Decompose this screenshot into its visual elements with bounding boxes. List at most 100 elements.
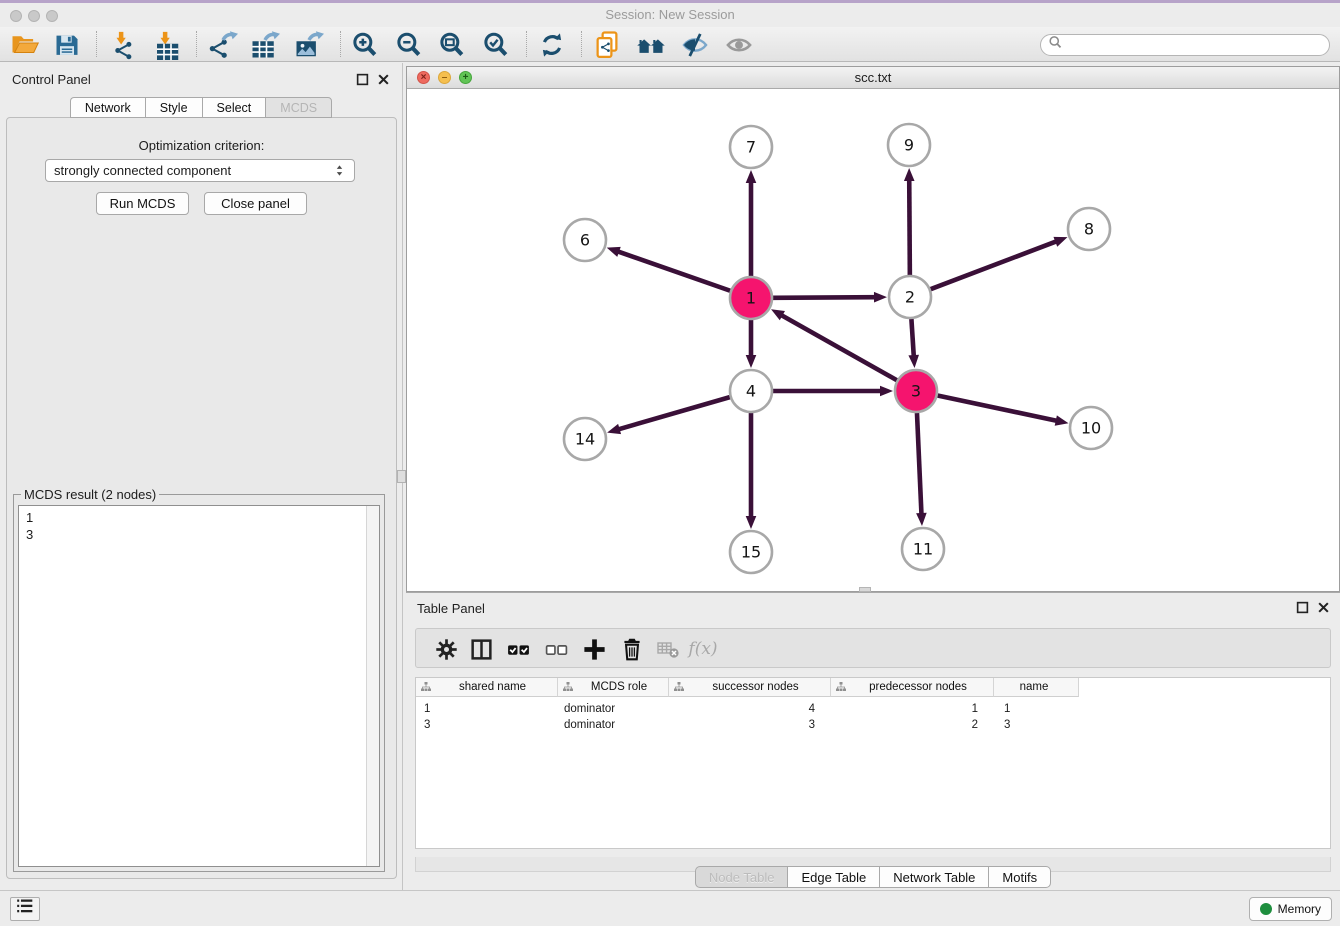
close-panel-icon[interactable] [1317, 601, 1330, 614]
control-panel: Control Panel NetworkStyleSelectMCDS Opt… [0, 63, 403, 890]
optimization-criterion-label: Optimization criterion: [7, 138, 396, 153]
float-panel-icon[interactable] [1296, 601, 1309, 614]
table-cell: dominator [558, 717, 669, 733]
app-titlebar: Session: New Session [0, 3, 1340, 27]
dropdown-stepper-icon [333, 164, 346, 177]
control-panel-title: Control Panel [12, 72, 91, 87]
tab-mcds[interactable]: MCDS [265, 97, 332, 118]
table-cell: 3 [994, 717, 1079, 733]
export-table-icon[interactable] [248, 29, 282, 61]
export-network-icon[interactable] [206, 29, 240, 61]
tab-select[interactable]: Select [202, 97, 266, 118]
table-cell: dominator [558, 701, 669, 717]
table-cell: 1 [831, 701, 994, 717]
delete-table-icon [651, 633, 685, 665]
mcds-result-lines: 1 3 [26, 509, 33, 543]
delete-column-icon[interactable] [615, 633, 649, 665]
tab-style[interactable]: Style [145, 97, 202, 118]
node-table: shared nameMCDS rolesuccessor nodesprede… [415, 677, 1331, 849]
float-panel-icon[interactable] [356, 73, 369, 86]
graph-node-label: 15 [741, 543, 761, 562]
zoom-fit-icon[interactable] [435, 29, 469, 61]
table-row[interactable]: 1dominator411 [416, 701, 1079, 717]
mcds-tab-content: Optimization criterion: strongly connect… [6, 117, 397, 879]
mcds-result-textarea[interactable]: 1 3 [18, 505, 380, 867]
close-panel-icon[interactable] [377, 73, 390, 86]
table-cell: 2 [831, 717, 994, 733]
graph-node-label: 14 [575, 430, 595, 449]
network-window-titlebar[interactable]: × – + scc.txt [407, 67, 1339, 89]
graph-node-label: 1 [746, 289, 756, 308]
table-cell: 4 [669, 701, 831, 717]
table-cell: 3 [669, 717, 831, 733]
import-network-icon[interactable] [106, 29, 140, 61]
mcds-result-group: MCDS result (2 nodes) 1 3 [13, 494, 385, 872]
mcds-result-scrollbar[interactable] [366, 506, 379, 866]
column-header-name[interactable]: name [994, 678, 1079, 697]
table-tabs: Node TableEdge TableNetwork TableMotifs [406, 866, 1340, 888]
column-header-predecessor-nodes[interactable]: predecessor nodes [831, 678, 994, 697]
column-type-icon [835, 681, 847, 693]
run-mcds-button[interactable]: Run MCDS [96, 192, 189, 215]
tab-network[interactable]: Network [70, 97, 145, 118]
show-all-icon [722, 29, 756, 61]
tab-network-table[interactable]: Network Table [879, 866, 988, 888]
toolbar-separator [96, 31, 97, 57]
graph-node-label: 4 [746, 382, 756, 401]
save-session-icon[interactable] [50, 29, 84, 61]
column-header-shared-name[interactable]: shared name [416, 678, 558, 697]
table-cell: 3 [416, 717, 558, 733]
search-input[interactable] [1063, 36, 1329, 54]
graph-node-label: 6 [580, 231, 590, 250]
graph-node-label: 2 [905, 288, 915, 307]
deselect-all-rows-icon[interactable] [539, 633, 573, 665]
table-row[interactable]: 3dominator323 [416, 717, 1079, 733]
zoom-selected-icon[interactable] [479, 29, 513, 61]
open-file-icon[interactable] [8, 29, 42, 61]
list-icon [15, 896, 36, 922]
control-panel-tabs: NetworkStyleSelectMCDS [0, 97, 402, 118]
panel-splitter-handle[interactable] [397, 470, 406, 483]
table-cell: 1 [994, 701, 1079, 717]
toolbar-separator [526, 31, 527, 57]
column-header-successor-nodes[interactable]: successor nodes [669, 678, 831, 697]
tab-node-table[interactable]: Node Table [695, 866, 788, 888]
zoom-in-icon[interactable] [348, 29, 382, 61]
first-neighbors-icon[interactable] [634, 29, 668, 61]
import-table-icon[interactable] [150, 29, 184, 61]
duplicate-network-icon[interactable] [590, 29, 624, 61]
search-box[interactable] [1040, 34, 1330, 56]
column-type-icon [673, 681, 685, 693]
task-history-button[interactable] [10, 897, 40, 921]
table-panel-title: Table Panel [417, 601, 485, 616]
graph-node-label: 11 [913, 540, 933, 559]
close-panel-button[interactable]: Close panel [204, 192, 307, 215]
table-cell: 1 [416, 701, 558, 717]
table-panel: Table Panel f(x) shared nameMCDS rolesuc… [406, 592, 1340, 890]
split-columns-icon[interactable] [464, 633, 498, 665]
network-view-window: × – + scc.txt 7968124314101511 [406, 66, 1340, 592]
status-bar: Memory [0, 890, 1340, 926]
criterion-dropdown[interactable]: strongly connected component [45, 159, 355, 182]
memory-button[interactable]: Memory [1249, 897, 1332, 921]
toolbar-separator [581, 31, 582, 57]
select-all-rows-icon[interactable] [501, 633, 535, 665]
criterion-value: strongly connected component [54, 163, 231, 178]
function-builder-icon: f(x) [686, 633, 720, 665]
graph-node-label: 10 [1081, 419, 1101, 438]
table-toolbar: f(x) [415, 628, 1331, 668]
add-column-icon[interactable] [577, 633, 611, 665]
zoom-out-icon[interactable] [392, 29, 426, 61]
hide-selected-icon[interactable] [678, 29, 712, 61]
column-type-icon [562, 681, 574, 693]
table-settings-icon[interactable] [429, 633, 463, 665]
toolbar-separator [196, 31, 197, 57]
graph-node-label: 3 [911, 382, 921, 401]
graph-node-label: 7 [746, 138, 756, 157]
apply-layout-icon[interactable] [535, 29, 569, 61]
tab-edge-table[interactable]: Edge Table [787, 866, 879, 888]
network-graph-canvas[interactable]: 7968124314101511 [407, 89, 1339, 591]
export-image-icon[interactable] [292, 29, 326, 61]
tab-motifs[interactable]: Motifs [988, 866, 1051, 888]
column-header-MCDS-role[interactable]: MCDS role [558, 678, 669, 697]
